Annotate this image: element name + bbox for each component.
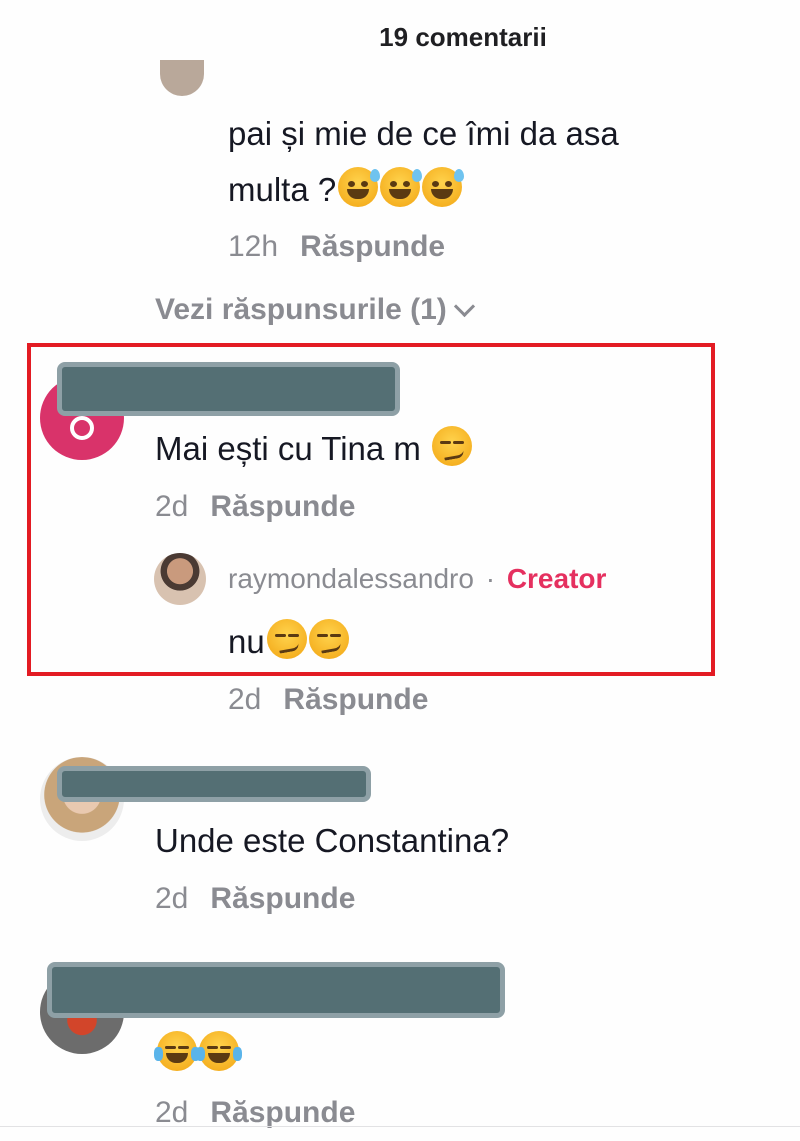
- redacted-username: [47, 962, 505, 1018]
- reply-meta: 2d Răspunde: [228, 683, 428, 717]
- timestamp: 12h: [228, 230, 279, 263]
- tears-of-joy-emoji-icon: [196, 1031, 242, 1071]
- smirk-emoji-icon: [266, 619, 307, 659]
- reply-button[interactable]: Răspunde: [283, 683, 428, 716]
- timestamp: 2d: [228, 683, 262, 716]
- reply-button[interactable]: Răspunde: [210, 882, 355, 915]
- comment-text: Unde este Constantina?: [155, 822, 510, 859]
- sweat-smile-emoji-icon: [380, 167, 423, 207]
- comment-meta: 2d Răspunde: [155, 490, 355, 524]
- comment-text: pai și mie de ce îmi da asa: [228, 115, 619, 152]
- comment-meta: 12h Răspunde: [228, 230, 445, 264]
- chevron-down-icon: [453, 295, 475, 318]
- tears-of-joy-emoji-icon: [154, 1031, 200, 1071]
- redacted-username: [57, 362, 400, 416]
- view-replies-button[interactable]: Vezi răspunsurile (1): [155, 293, 475, 327]
- creator-username[interactable]: raymondalessandro: [228, 563, 474, 594]
- smirk-emoji-icon: [432, 426, 473, 466]
- reply-button[interactable]: Răspunde: [210, 1096, 355, 1129]
- comment-text-line2: multa ?: [228, 162, 465, 218]
- comment-text: [154, 1026, 242, 1082]
- avatar[interactable]: [160, 60, 204, 96]
- comments-count-title: 19 comentarii: [379, 22, 547, 52]
- comment-meta: 2d Răspunde: [155, 1096, 355, 1130]
- separator: ·: [485, 563, 496, 594]
- bottom-divider: [0, 1126, 800, 1127]
- sweat-smile-emoji-icon: [422, 167, 465, 207]
- creator-badge: Creator: [506, 563, 607, 594]
- sweat-smile-emoji-icon: [338, 167, 381, 207]
- comment-meta: 2d Răspunde: [155, 882, 355, 916]
- reply-text: nu: [228, 614, 349, 670]
- smirk-emoji-icon: [308, 619, 349, 659]
- reply-button[interactable]: Răspunde: [210, 490, 355, 523]
- timestamp: 2d: [155, 882, 189, 915]
- timestamp: 2d: [155, 1096, 189, 1129]
- reply-header: raymondalessandro · Creator: [228, 563, 606, 595]
- creator-avatar[interactable]: [154, 553, 206, 605]
- timestamp: 2d: [155, 490, 189, 523]
- redacted-username: [57, 766, 371, 802]
- reply-button[interactable]: Răspunde: [300, 230, 445, 263]
- comment-text: Mai ești cu Tina m: [155, 421, 473, 477]
